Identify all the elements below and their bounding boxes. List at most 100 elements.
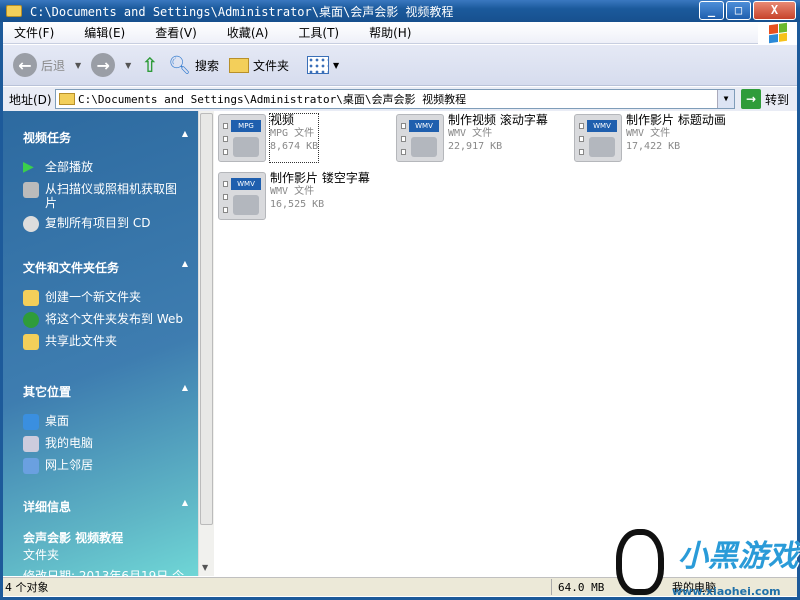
task-label: 全部播放 <box>45 160 94 174</box>
file-tag: WMV <box>587 120 617 132</box>
dropdown-icon[interactable]: ▼ <box>125 61 131 70</box>
task-play-all[interactable]: ▶ 全部播放 <box>23 160 188 176</box>
task-new-folder[interactable]: 创建一个新文件夹 <box>23 290 188 306</box>
file-type: WMV 文件 <box>626 128 671 139</box>
go-label: 转到 <box>765 92 790 107</box>
place-label: 我的电脑 <box>45 436 94 450</box>
group-header[interactable]: 其它位置 ▲ <box>23 383 188 400</box>
file-size: 8,674 KB <box>270 141 319 152</box>
file-tag: MPG <box>231 120 261 132</box>
task-share-folder[interactable]: 共享此文件夹 <box>23 334 188 350</box>
task-copy-cd[interactable]: 复制所有项目到 CD <box>23 216 188 232</box>
title-bar[interactable]: C:\Documents and Settings\Administrator\… <box>0 0 800 22</box>
place-desktop[interactable]: 桌面 <box>23 414 188 430</box>
back-arrow-icon: ← <box>13 53 37 77</box>
collapse-icon[interactable]: ▲ <box>182 129 188 146</box>
place-my-computer[interactable]: 我的电脑 <box>23 436 188 452</box>
camera-icon <box>23 182 39 198</box>
scroll-down-icon[interactable]: ▼ <box>202 563 208 572</box>
group-title: 文件和文件夹任务 <box>23 261 120 275</box>
address-bar: 地址(D) C:\Documents and Settings\Administ… <box>3 87 797 111</box>
up-button[interactable]: ⇧ <box>141 53 158 77</box>
address-dropdown-icon[interactable]: ▼ <box>717 90 734 108</box>
close-button[interactable]: X <box>753 1 796 20</box>
video-file-icon: WMV <box>574 114 622 162</box>
scrollbar-thumb[interactable] <box>200 113 213 525</box>
menu-bar: 文件(F) 编辑(E) 查看(V) 收藏(A) 工具(T) 帮助(H) <box>3 22 758 44</box>
views-button[interactable]: ▼ <box>306 56 339 74</box>
detail-name: 会声会影 视频教程 <box>23 531 124 545</box>
detail-type: 文件夹 <box>23 548 60 562</box>
file-tag: WMV <box>409 120 439 132</box>
file-tag: WMV <box>231 178 261 190</box>
play-icon: ▶ <box>23 159 34 175</box>
file-name: 制作视频 滚动字幕 <box>448 113 548 127</box>
group-header[interactable]: 文件和文件夹任务 ▲ <box>23 259 188 276</box>
address-label: 地址(D) <box>9 92 52 107</box>
globe-icon <box>23 312 39 328</box>
group-title: 详细信息 <box>23 500 72 514</box>
file-item[interactable]: WMV 制作影片 标题动画 WMV 文件 17,422 KB <box>574 114 754 162</box>
task-get-pictures[interactable]: 从扫描仪或照相机获取图片 <box>23 182 188 210</box>
file-name: 视频 <box>270 113 295 127</box>
cd-icon <box>23 216 39 232</box>
folder-icon <box>6 5 22 17</box>
vertical-scrollbar[interactable]: ▼ <box>198 111 214 576</box>
folder-up-icon: ⇧ <box>141 53 159 77</box>
file-item[interactable]: WMV 制作视频 滚动字幕 WMV 文件 22,917 KB <box>396 114 576 162</box>
detail-modified: 修改日期: 2013年6月19日 今 <box>23 569 185 576</box>
forward-button[interactable]: → ▼ <box>91 53 131 77</box>
task-label: 复制所有项目到 CD <box>45 216 151 230</box>
file-type: MPG 文件 <box>270 128 315 139</box>
file-type: WMV 文件 <box>448 128 493 139</box>
dropdown-icon[interactable]: ▼ <box>75 61 81 70</box>
go-button[interactable]: → 转到 <box>741 89 789 109</box>
group-header[interactable]: 视频任务 ▲ <box>23 129 188 146</box>
place-label: 桌面 <box>45 414 70 428</box>
address-input[interactable]: C:\Documents and Settings\Administrator\… <box>55 89 735 109</box>
task-label: 创建一个新文件夹 <box>45 290 142 304</box>
search-icon: 🔍︎ <box>168 54 191 76</box>
address-value: C:\Documents and Settings\Administrator\… <box>78 93 467 106</box>
file-tasks-group: 文件和文件夹任务 ▲ 创建一个新文件夹 将这个文件夹发布到 Web 共享此文件夹 <box>23 259 188 350</box>
search-button[interactable]: 🔍︎ 搜索 <box>168 55 219 76</box>
file-size: 16,525 KB <box>270 199 325 210</box>
collapse-icon[interactable]: ▲ <box>182 259 188 276</box>
forward-arrow-icon: → <box>91 53 116 77</box>
watermark-logo: 小黑游戏 www.xiaohei.com <box>608 523 798 598</box>
panda-mascot <box>616 529 664 595</box>
go-arrow-icon: → <box>741 89 761 109</box>
file-item[interactable]: MPG 视频 MPG 文件 8,674 KB <box>218 113 398 163</box>
file-item[interactable]: WMV 制作影片 镂空字幕 WMV 文件 16,525 KB <box>218 172 398 220</box>
collapse-icon[interactable]: ▲ <box>182 383 188 400</box>
menu-tools[interactable]: 工具(T) <box>298 24 339 41</box>
file-size: 17,422 KB <box>626 141 681 152</box>
maximize-button[interactable]: □ <box>726 1 751 20</box>
minimize-button[interactable]: _ <box>699 1 724 20</box>
group-header[interactable]: 详细信息 ▲ <box>23 498 188 515</box>
desktop-icon <box>23 414 39 430</box>
task-pane: 视频任务 ▲ ▶ 全部播放 从扫描仪或照相机获取图片 复制所有项目到 CD 文件和文… <box>3 111 198 576</box>
computer-icon <box>23 436 39 452</box>
share-folder-icon <box>23 334 39 350</box>
menu-edit[interactable]: 编辑(E) <box>84 24 125 41</box>
task-publish-web[interactable]: 将这个文件夹发布到 Web <box>23 312 188 328</box>
back-label: 后退 <box>41 58 66 73</box>
task-label: 将这个文件夹发布到 Web <box>45 312 183 326</box>
menu-file[interactable]: 文件(F) <box>14 24 54 41</box>
place-network[interactable]: 网上邻居 <box>23 458 188 474</box>
back-button[interactable]: ← 后退 ▼ <box>13 53 81 77</box>
menu-help[interactable]: 帮助(H) <box>369 24 411 41</box>
watermark-brand: 小黑游戏 <box>678 539 798 574</box>
new-folder-icon <box>23 290 39 306</box>
folders-icon <box>228 57 249 73</box>
task-label: 共享此文件夹 <box>45 334 118 348</box>
folders-button[interactable]: 文件夹 <box>228 57 289 74</box>
menu-view[interactable]: 查看(V) <box>155 24 197 41</box>
collapse-icon[interactable]: ▲ <box>182 498 188 515</box>
video-file-icon: WMV <box>218 172 266 220</box>
file-type: WMV 文件 <box>270 186 315 197</box>
watermark-url: www.xiaohei.com <box>672 585 781 598</box>
menu-favorites[interactable]: 收藏(A) <box>227 24 269 41</box>
video-file-icon: WMV <box>396 114 444 162</box>
